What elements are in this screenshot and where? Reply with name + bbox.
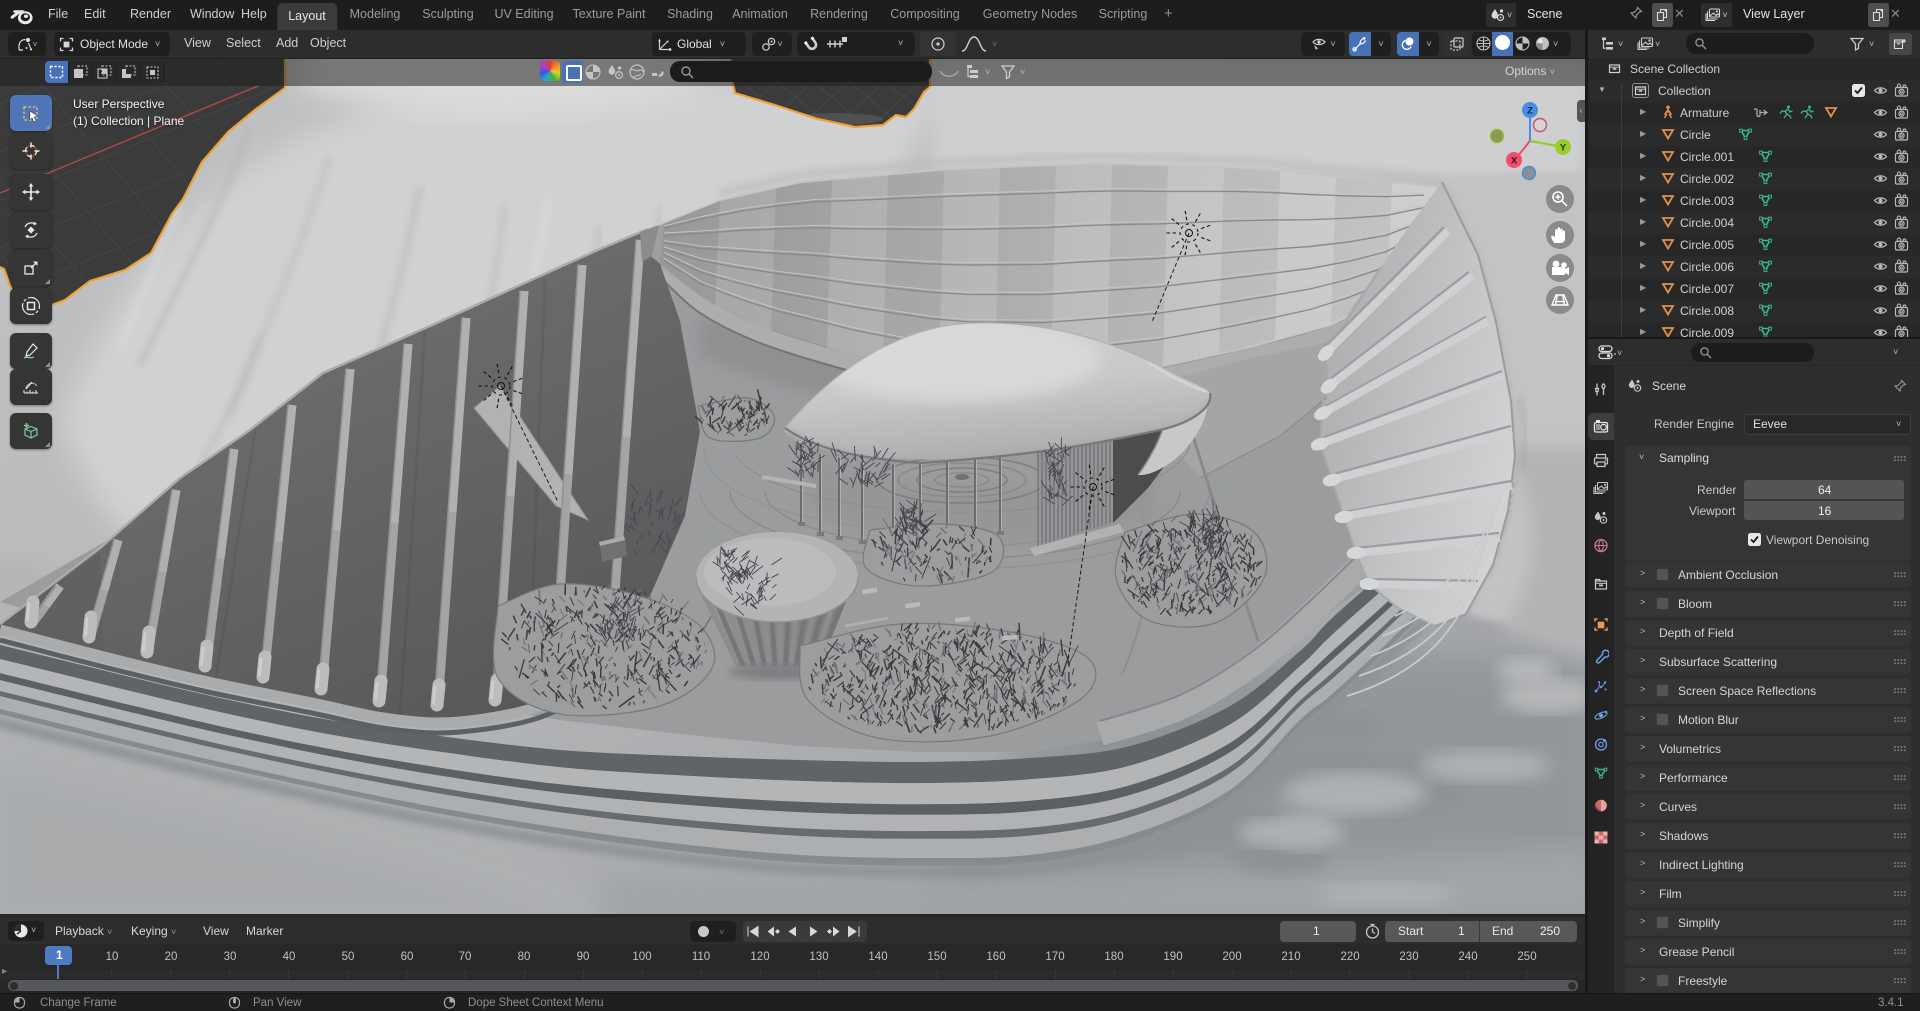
svg-text:X: X (1511, 156, 1518, 167)
svg-text:Y: Y (1560, 143, 1567, 154)
svg-text:Z: Z (1527, 106, 1533, 117)
